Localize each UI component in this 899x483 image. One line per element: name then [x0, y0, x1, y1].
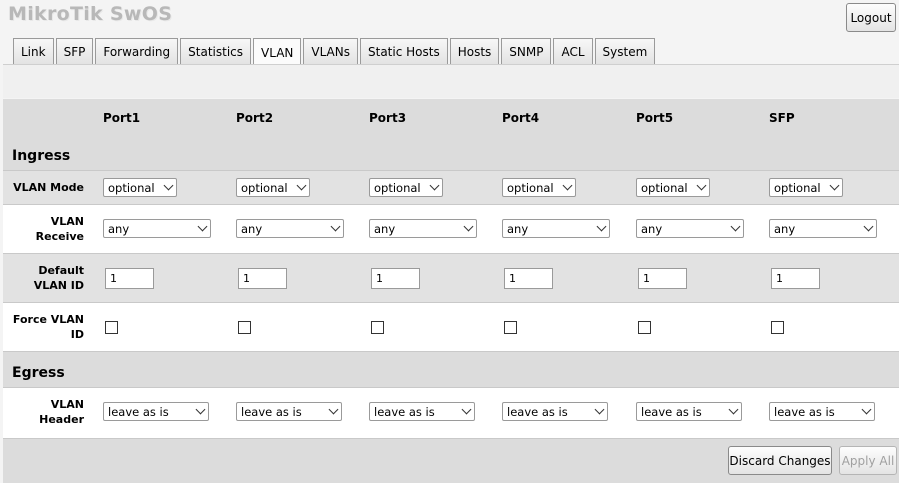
default-vlan-id-input[interactable] — [504, 268, 553, 289]
vlan-receive-label: VLAN Receive — [35, 215, 84, 243]
vlan-mode-label: VLAN Mode — [13, 181, 84, 194]
default-vlan-id-input[interactable] — [105, 268, 154, 289]
port-header: Port4 — [502, 111, 540, 125]
port-header: SFP — [769, 111, 795, 125]
port-header-row: Port1 Port2 Port3 Port4 Port5 SFP — [3, 99, 899, 144]
vlan-receive-select[interactable]: any — [369, 219, 477, 238]
vlan-header-select[interactable]: leave as is — [769, 402, 875, 421]
vlan-receive-row: VLAN Receive any any any any any any — [3, 205, 899, 254]
app-title: MikroTik SwOS — [8, 3, 173, 25]
vlan-mode-select[interactable]: optional — [502, 178, 576, 197]
default-vlan-id-input[interactable] — [238, 268, 287, 289]
vlan-header-select[interactable]: leave as is — [369, 402, 475, 421]
vlan-header-label: VLAN Header — [39, 398, 84, 426]
default-vlan-id-input[interactable] — [771, 268, 820, 289]
tab-system[interactable]: System — [594, 38, 656, 65]
tab-vlan[interactable]: VLAN — [253, 38, 302, 66]
tab-acl[interactable]: ACL — [553, 38, 593, 65]
tab-bar: Link SFP Forwarding Statistics VLAN VLAN… — [13, 38, 657, 66]
discard-changes-button[interactable]: Discard Changes — [728, 446, 832, 475]
vlan-receive-select[interactable]: any — [636, 219, 744, 238]
tab-snmp[interactable]: SNMP — [501, 38, 552, 65]
force-vlan-id-label: Force VLAN ID — [12, 313, 84, 341]
vlan-mode-select[interactable]: optional — [103, 178, 177, 197]
egress-title: Egress — [12, 365, 65, 381]
ingress-title: Ingress — [12, 148, 71, 164]
tab-static-hosts[interactable]: Static Hosts — [360, 38, 448, 65]
egress-section: Egress — [3, 352, 899, 388]
apply-all-button[interactable]: Apply All — [839, 446, 897, 475]
vlan-mode-select[interactable]: optional — [369, 178, 443, 197]
vlan-mode-row: VLAN Mode optional optional optional opt… — [3, 171, 899, 205]
force-vlan-id-checkbox[interactable] — [238, 321, 251, 334]
tab-sfp[interactable]: SFP — [55, 38, 94, 65]
default-vlan-id-input[interactable] — [371, 268, 420, 289]
vlan-header-select[interactable]: leave as is — [103, 402, 209, 421]
tab-hosts[interactable]: Hosts — [449, 38, 500, 65]
vlan-receive-select[interactable]: any — [502, 219, 610, 238]
force-vlan-id-checkbox[interactable] — [105, 321, 118, 334]
tab-forwarding[interactable]: Forwarding — [95, 38, 179, 65]
vlan-settings-table: Port1 Port2 Port3 Port4 Port5 SFP Ingres… — [3, 99, 899, 483]
port-header: Port2 — [236, 111, 274, 125]
port-header: Port5 — [636, 111, 674, 125]
default-vlan-id-label: Default VLAN ID — [33, 264, 84, 292]
sub-toolbar — [3, 64, 899, 98]
force-vlan-id-checkbox[interactable] — [638, 321, 651, 334]
force-vlan-id-row: Force VLAN ID — [3, 303, 899, 352]
force-vlan-id-checkbox[interactable] — [504, 321, 517, 334]
force-vlan-id-checkbox[interactable] — [771, 321, 784, 334]
vlan-header-select[interactable]: leave as is — [502, 402, 608, 421]
vlan-receive-select[interactable]: any — [236, 219, 344, 238]
vlan-mode-select[interactable]: optional — [236, 178, 310, 197]
default-vlan-id-row: Default VLAN ID — [3, 254, 899, 303]
vlan-receive-select[interactable]: any — [769, 219, 877, 238]
ingress-section: Ingress — [3, 144, 899, 171]
port-header: Port3 — [369, 111, 407, 125]
vlan-header-select[interactable]: leave as is — [636, 402, 742, 421]
vlan-header-select[interactable]: leave as is — [236, 402, 342, 421]
vlan-mode-select[interactable]: optional — [769, 178, 843, 197]
default-vlan-id-input[interactable] — [638, 268, 687, 289]
vlan-header-row: VLAN Header leave as is leave as is leave… — [3, 388, 899, 439]
logout-button[interactable]: Logout — [846, 3, 896, 32]
port-header: Port1 — [103, 111, 141, 125]
tab-vlans[interactable]: VLANs — [303, 38, 358, 65]
vlan-receive-select[interactable]: any — [103, 219, 211, 238]
tab-link[interactable]: Link — [13, 38, 54, 65]
vlan-mode-select[interactable]: optional — [636, 178, 710, 197]
force-vlan-id-checkbox[interactable] — [371, 321, 384, 334]
tab-statistics[interactable]: Statistics — [180, 38, 252, 65]
